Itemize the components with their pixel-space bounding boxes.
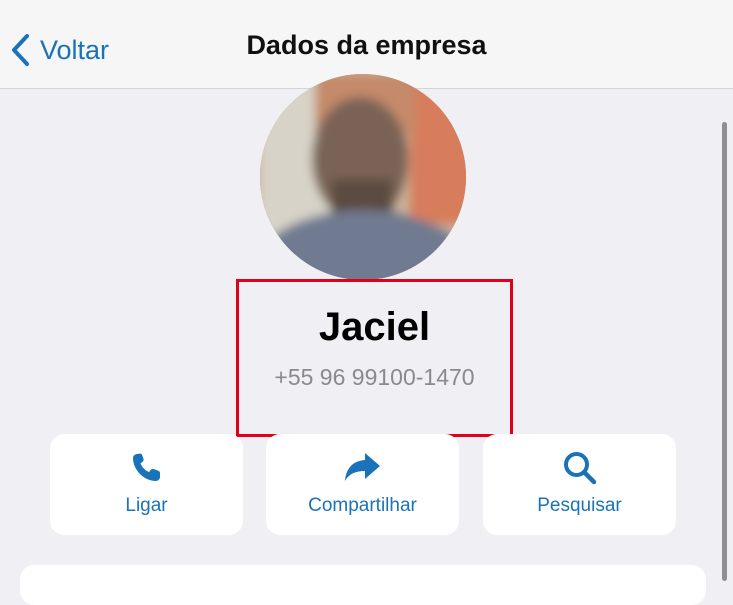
phone-icon bbox=[132, 453, 160, 481]
scrollbar[interactable] bbox=[722, 122, 727, 581]
share-button[interactable]: Compartilhar bbox=[266, 434, 459, 535]
search-button[interactable]: Pesquisar bbox=[483, 434, 676, 535]
call-button[interactable]: Ligar bbox=[50, 434, 243, 535]
contact-phone: +55 96 99100-1470 bbox=[274, 364, 475, 390]
avatar bbox=[260, 74, 466, 280]
page-title: Dados da empresa bbox=[246, 30, 487, 60]
share-icon bbox=[344, 453, 380, 481]
highlight-box bbox=[236, 279, 513, 437]
call-button-label: Ligar bbox=[125, 495, 168, 516]
profile-photo bbox=[260, 74, 466, 280]
search-button-label: Pesquisar bbox=[537, 495, 622, 516]
details-card bbox=[20, 565, 706, 605]
search-icon bbox=[563, 452, 596, 485]
contact-name: Jaciel bbox=[318, 305, 431, 349]
share-button-label: Compartilhar bbox=[308, 495, 417, 516]
